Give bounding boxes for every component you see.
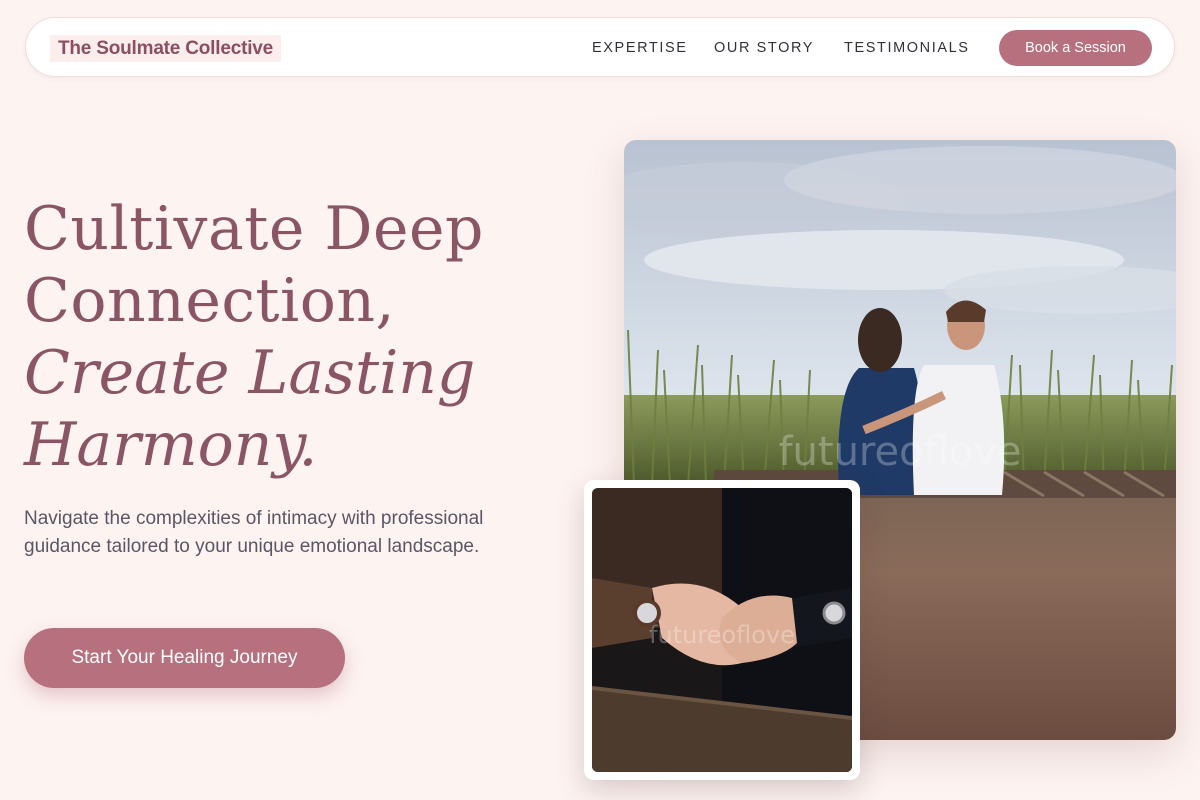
main-photo-watermark: futureoflove [778, 429, 1021, 475]
inset-photo-card: futureoflove [584, 480, 860, 780]
nav-link-testimonials[interactable]: TESTIMONIALS [844, 39, 970, 57]
book-session-button[interactable]: Book a Session [999, 30, 1152, 66]
hero-heading-line-4: Harmony. [24, 410, 318, 480]
hero-heading-line-1: Cultivate Deep [24, 194, 484, 264]
brand-logo[interactable]: The Soulmate Collective [50, 35, 282, 62]
start-healing-journey-button[interactable]: Start Your Healing Journey [24, 628, 345, 688]
clasped-hands-photo: futureoflove [592, 488, 852, 772]
hero-heading-line-2: Connection, [24, 266, 396, 336]
top-navbar: The Soulmate Collective EXPERTISE OUR ST… [25, 17, 1175, 77]
nav-link-our-story[interactable]: OUR STORY [714, 39, 814, 57]
inset-photo-watermark: futureoflove [649, 621, 795, 649]
hero-heading: Cultivate Deep Connection, Create Lastin… [24, 193, 584, 481]
hero-heading-line-3: Create Lasting [24, 338, 476, 408]
nav-link-expertise[interactable]: EXPERTISE [592, 39, 688, 57]
page: The Soulmate Collective EXPERTISE OUR ST… [0, 0, 1200, 800]
hero-subtitle: Navigate the complexities of intimacy wi… [24, 508, 484, 557]
